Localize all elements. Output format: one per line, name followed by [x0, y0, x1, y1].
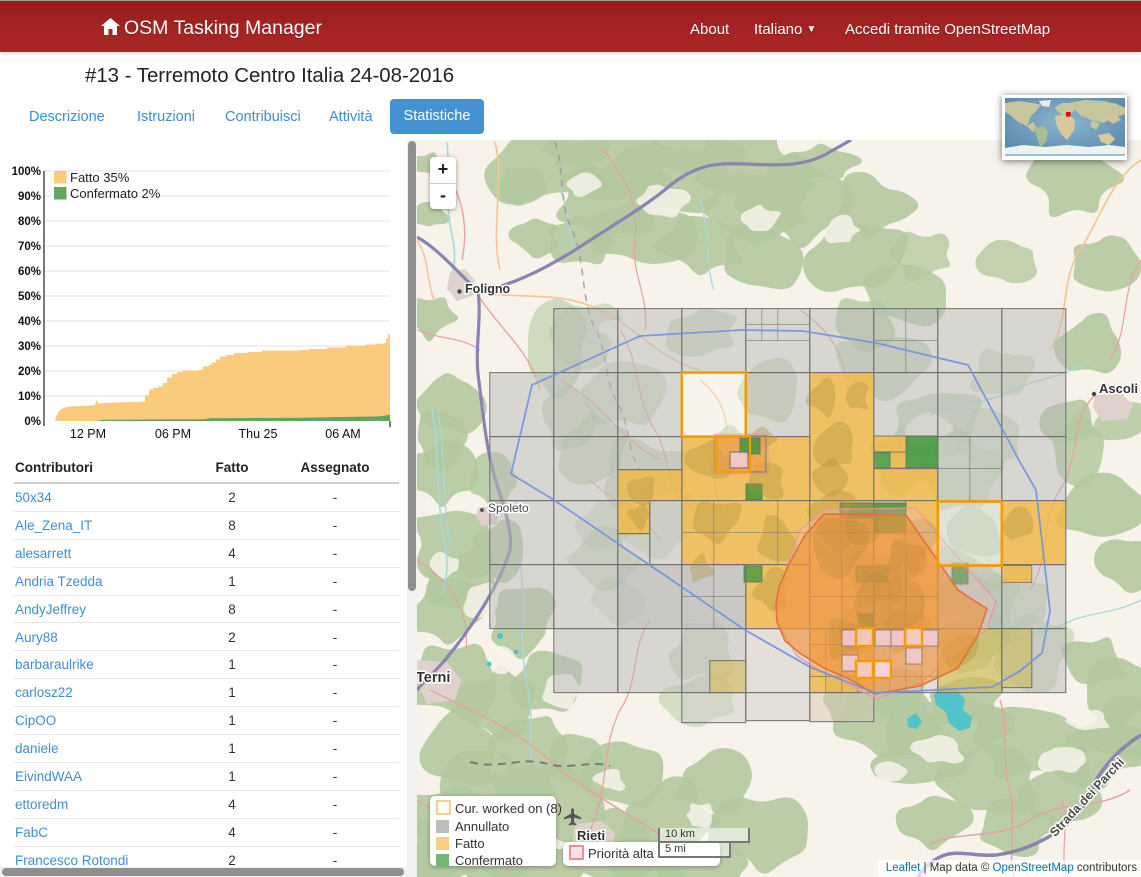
- svg-text:Foligno: Foligno: [465, 282, 510, 296]
- svg-text:Spoleto: Spoleto: [488, 501, 529, 515]
- svg-text:Rieti: Rieti: [577, 828, 605, 843]
- svg-text:Ascoli Pic: Ascoli Pic: [1099, 381, 1141, 396]
- svg-text:Terni: Terni: [417, 670, 450, 686]
